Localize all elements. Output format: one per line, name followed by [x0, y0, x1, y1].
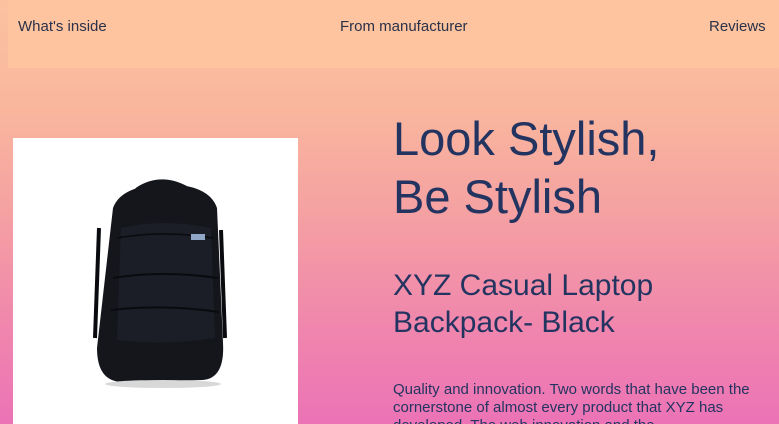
product-image	[13, 138, 298, 424]
product-description: Quality and innovation. Two words that h…	[393, 381, 750, 424]
top-navbar: What's inside From manufacturer Reviews	[8, 0, 779, 68]
headline-line-1: Look Stylish,	[393, 112, 660, 165]
backpack-image	[93, 179, 227, 388]
product-title-line-2: Backpack- Black	[393, 306, 615, 339]
nav-link-reviews[interactable]: Reviews	[709, 18, 766, 35]
nav-link-from-manufacturer[interactable]: From manufacturer	[340, 18, 468, 35]
headline-line-2: Be Stylish	[393, 170, 602, 223]
product-title-line-1: XYZ Casual Laptop	[393, 269, 654, 302]
product-title: XYZ Casual Laptop Backpack- Black	[393, 267, 653, 341]
hero-headline: Look Stylish, Be Stylish	[393, 110, 659, 226]
nav-link-whats-inside[interactable]: What's inside	[18, 18, 107, 35]
